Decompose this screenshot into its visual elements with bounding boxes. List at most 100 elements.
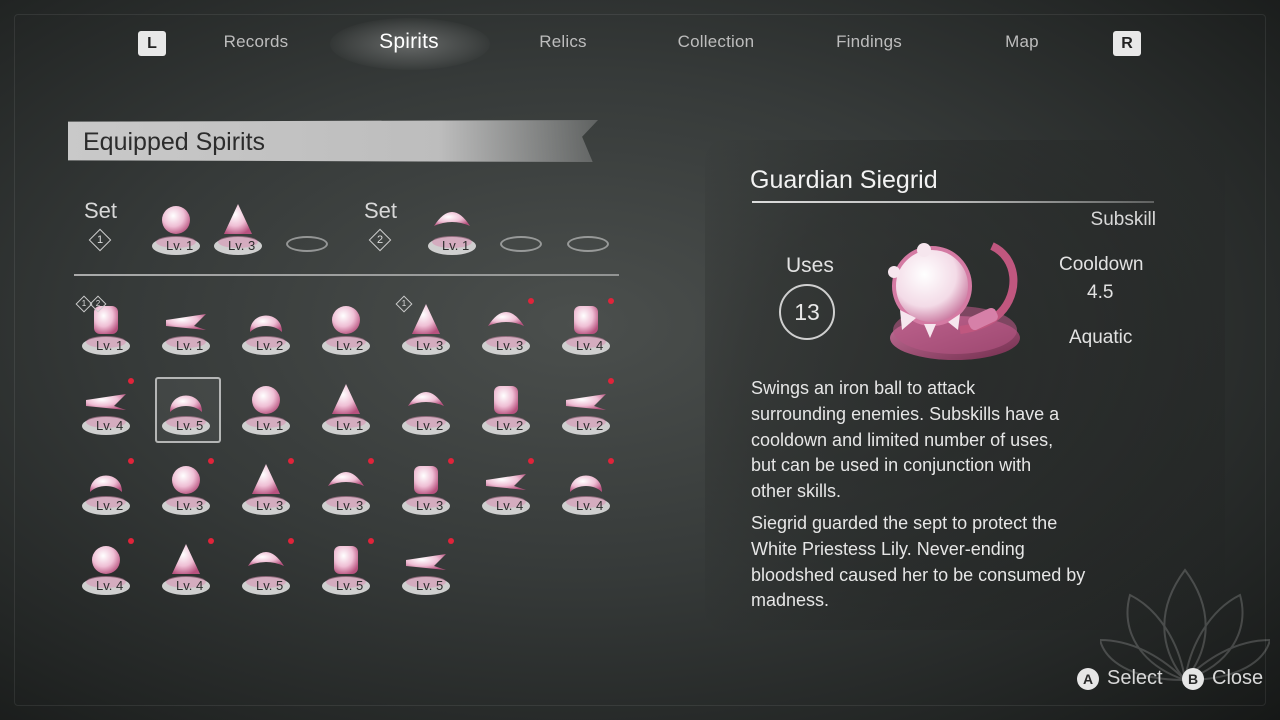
description-line: other skills. xyxy=(751,481,842,502)
spirit-level: Lv. 2 xyxy=(336,338,364,353)
empty-slot[interactable] xyxy=(567,236,609,252)
new-indicator xyxy=(448,538,454,544)
spirit-slot[interactable]: Lv. 2 xyxy=(554,376,618,440)
new-indicator xyxy=(128,538,134,544)
iron-ball-large-icon xyxy=(888,242,1020,360)
spirit-slot[interactable]: Lv. 4 xyxy=(154,536,218,600)
cooldown-value: 4.5 xyxy=(1087,282,1114,303)
spirit-slot[interactable]: Lv. 1 xyxy=(420,196,484,260)
spirit-slot[interactable]: Lv. 4 xyxy=(74,536,138,600)
spirit-slot[interactable]: Lv. 4 xyxy=(554,296,618,360)
set-1-label: Set xyxy=(84,198,118,223)
tab-collection[interactable]: Collection xyxy=(678,32,755,56)
spirit-slot[interactable]: Lv. 3 xyxy=(394,456,458,520)
spirit-slot[interactable]: Lv. 1 xyxy=(234,376,298,440)
spirit-slot[interactable]: Lv. 3 xyxy=(474,296,538,360)
equipped-divider xyxy=(74,274,619,276)
spirit-level: Lv. 1 xyxy=(96,338,124,353)
description-line: but can be used in conjunction with xyxy=(751,455,1032,476)
spirit-slot[interactable]: Lv. 1 xyxy=(154,296,218,360)
spirit-level: Lv. 5 xyxy=(416,578,444,593)
new-indicator xyxy=(608,458,614,464)
spirit-level: Lv. 3 xyxy=(256,498,284,513)
lore-line: White Priestess Lily. Never-ending xyxy=(751,538,1025,559)
spirit-level: Lv. 1 xyxy=(166,238,194,253)
spirit-slot[interactable]: Lv. 2 xyxy=(474,376,538,440)
spirit-slot[interactable]: Lv. 4 xyxy=(474,456,538,520)
set-1-number: 1 xyxy=(88,228,112,252)
a-button-icon: A xyxy=(1077,667,1099,690)
attribute-label: Aquatic xyxy=(1069,327,1133,348)
spirit-level: Lv. 2 xyxy=(576,418,604,433)
cooldown-label: Cooldown xyxy=(1059,254,1144,275)
spirit-slot[interactable]: Lv. 5 xyxy=(394,536,458,600)
spirit-level: Lv. 4 xyxy=(496,498,524,513)
spirit-level: Lv. 2 xyxy=(496,418,524,433)
spirit-level: Lv. 4 xyxy=(576,338,604,353)
tab-records[interactable]: Records xyxy=(224,32,289,56)
spirit-level: Lv. 5 xyxy=(176,418,204,433)
empty-slot[interactable] xyxy=(286,236,328,252)
spirit-level: Lv. 1 xyxy=(256,418,284,433)
spirit-slot[interactable]: Lv. 1 xyxy=(144,196,208,260)
new-indicator xyxy=(368,538,374,544)
spirit-slot[interactable]: Lv. 5 xyxy=(234,536,298,600)
spirit-level: Lv. 3 xyxy=(496,338,524,353)
new-indicator xyxy=(208,458,214,464)
spirit-slot[interactable]: Lv. 2 xyxy=(394,376,458,440)
spirit-level: Lv. 1 xyxy=(442,238,470,253)
spirit-level: Lv. 5 xyxy=(256,578,284,593)
spirit-level: Lv. 3 xyxy=(228,238,256,253)
description-line: cooldown and limited number of uses, xyxy=(751,429,1054,450)
name-divider xyxy=(752,201,1154,203)
spirit-level: Lv. 4 xyxy=(96,418,124,433)
spirit-slot[interactable]: Lv. 5 xyxy=(314,536,378,600)
tab-relics[interactable]: Relics xyxy=(539,32,587,56)
spirit-slot[interactable]: Lv. 3 xyxy=(314,456,378,520)
spirit-slot[interactable]: Lv. 31 xyxy=(394,295,458,360)
spirit-level: Lv. 3 xyxy=(336,498,364,513)
new-indicator xyxy=(288,538,294,544)
set-2-number: 2 xyxy=(368,228,392,252)
spirit-slot[interactable]: Lv. 3 xyxy=(234,456,298,520)
lore-line: Siegrid guarded the sept to protect the xyxy=(751,513,1058,533)
spirit-slot[interactable]: Lv. 4 xyxy=(74,376,138,440)
spirit-level: Lv. 4 xyxy=(96,578,124,593)
lore-line: bloodshed caused her to be consumed by xyxy=(751,564,1086,585)
new-indicator xyxy=(608,298,614,304)
new-indicator xyxy=(368,458,374,464)
spirit-slot[interactable]: Lv. 4 xyxy=(554,456,618,520)
spirit-slot[interactable]: Lv. 112 xyxy=(74,295,138,360)
skill-type: Subskill xyxy=(1090,209,1156,230)
close-button[interactable]: B Close xyxy=(1182,667,1263,690)
spirit-level: Lv. 2 xyxy=(96,498,124,513)
spirit-level: Lv. 3 xyxy=(416,338,444,353)
right-bumper-button[interactable]: R xyxy=(1113,31,1141,56)
new-indicator xyxy=(288,458,294,464)
tab-map[interactable]: Map xyxy=(1005,32,1039,56)
spirit-slot[interactable]: Lv. 2 xyxy=(314,296,378,360)
tab-spirits[interactable]: Spirits xyxy=(379,30,439,54)
left-bumper-button[interactable]: L xyxy=(138,31,166,56)
spirit-slot[interactable]: Lv. 1 xyxy=(314,376,378,440)
new-indicator xyxy=(608,378,614,384)
description-line: surrounding enemies. Subskills have a xyxy=(751,403,1060,424)
spirit-level: Lv. 3 xyxy=(176,498,204,513)
spirit-slot[interactable]: Lv. 5 xyxy=(154,376,218,440)
spirit-slot[interactable]: Lv. 3 xyxy=(206,196,270,260)
new-indicator xyxy=(528,298,534,304)
empty-slot[interactable] xyxy=(500,236,542,252)
spirit-slot[interactable]: Lv. 2 xyxy=(74,456,138,520)
new-indicator xyxy=(128,458,134,464)
select-button[interactable]: A Select xyxy=(1077,667,1163,690)
spirit-slot[interactable]: Lv. 3 xyxy=(154,456,218,520)
spirit-level: Lv. 4 xyxy=(176,578,204,593)
lore-line: madness. xyxy=(751,590,830,611)
spirit-level: Lv. 3 xyxy=(416,498,444,513)
spirit-level: Lv. 5 xyxy=(336,578,364,593)
spirit-level: Lv. 1 xyxy=(176,338,204,353)
spirit-name: Guardian Siegrid xyxy=(750,166,938,194)
tab-findings[interactable]: Findings xyxy=(836,32,902,56)
b-button-icon: B xyxy=(1182,667,1204,690)
spirit-slot[interactable]: Lv. 2 xyxy=(234,296,298,360)
